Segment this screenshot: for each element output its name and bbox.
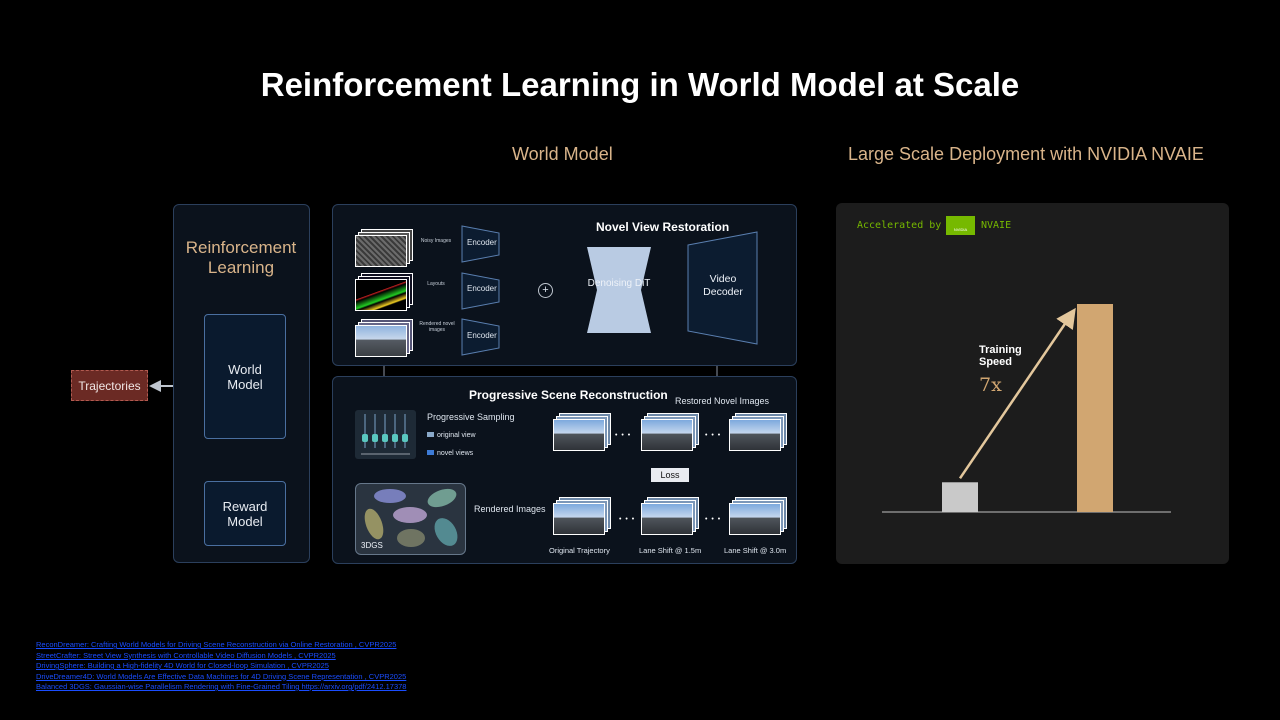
reference-link[interactable]: DrivingSphere: Building a High-fidelity … [36, 661, 406, 672]
restored-ellipsis-1: • • • [615, 432, 632, 439]
encoder-3: Encoder [467, 331, 497, 340]
encoder-2: Encoder [467, 284, 497, 293]
nvr-panel: Novel View Restoration Noisy Images Layo… [332, 204, 797, 366]
progressive-sampling-icon [355, 410, 416, 459]
speedup-label: 7x [979, 374, 1002, 396]
psr-title: Progressive Scene Reconstruction [469, 388, 668, 402]
speed-bar-1 [942, 482, 978, 512]
reference-link[interactable]: DriveDreamer4D: World Models Are Effecti… [36, 672, 406, 683]
reference-link[interactable]: ReconDreamer: Crafting World Models for … [36, 640, 406, 651]
world-model-label: World Model [227, 361, 263, 392]
reward-model-box: Reward Model [204, 481, 286, 546]
caption-shift-15: Lane Shift @ 1.5m [639, 546, 702, 555]
speed-bar-2 [1077, 304, 1113, 512]
original-view-icon [427, 432, 434, 437]
restored-images-label: Restored Novel Images [675, 396, 770, 406]
encoder-1: Encoder [467, 238, 497, 247]
dit-label: Denoising DiT [587, 278, 651, 289]
novel-views-label: novel views [437, 450, 474, 457]
rendered-ellipsis-1: • • • [619, 516, 636, 523]
loss-box: Loss [651, 468, 689, 482]
training-speed-chart [882, 304, 1171, 513]
noisy-label: Noisy Images [420, 238, 452, 244]
decoder-label: Video Decoder [703, 273, 743, 298]
growth-arrow [958, 307, 1076, 479]
reference-link[interactable]: Balanced 3DGS: Gaussian-wise Parallelism… [36, 682, 406, 693]
reward-model-label: Reward Model [222, 498, 268, 529]
rendered-ellipsis-2: • • • [705, 516, 722, 523]
novel-views-icon [427, 450, 434, 455]
rl-panel: Reinforcement Learning World Model Rewar… [173, 204, 310, 563]
training-speed-label: Training Speed [979, 344, 1022, 368]
rendered-novel-label: Rendered novel images [419, 321, 455, 333]
caption-original: Original Trajectory [549, 546, 610, 555]
deployment-panel: Accelerated by NVIDIA NVAIE Training Spe… [836, 203, 1229, 564]
rl-label: Reinforcement Learning [185, 238, 297, 277]
reference-link[interactable]: StreetCrafter: Street View Synthesis wit… [36, 651, 406, 662]
gs-label: 3DGS [361, 541, 383, 550]
restored-ellipsis-2: • • • [705, 432, 722, 439]
references: ReconDreamer: Crafting World Models for … [36, 640, 406, 693]
caption-shift-30: Lane Shift @ 3.0m [724, 546, 787, 555]
gs-box: 3DGS [355, 483, 466, 555]
progressive-sampling-label: Progressive Sampling [427, 412, 515, 422]
dit-shape [587, 247, 651, 333]
rendered-images-label: Rendered Images [474, 504, 546, 514]
original-view-label: original view [437, 432, 476, 439]
world-model-box: World Model [204, 314, 286, 439]
plus-icon: + [538, 283, 553, 298]
layouts-label: Layouts [427, 281, 445, 287]
psr-panel: Progressive Scene Reconstruction Progres… [332, 376, 797, 564]
